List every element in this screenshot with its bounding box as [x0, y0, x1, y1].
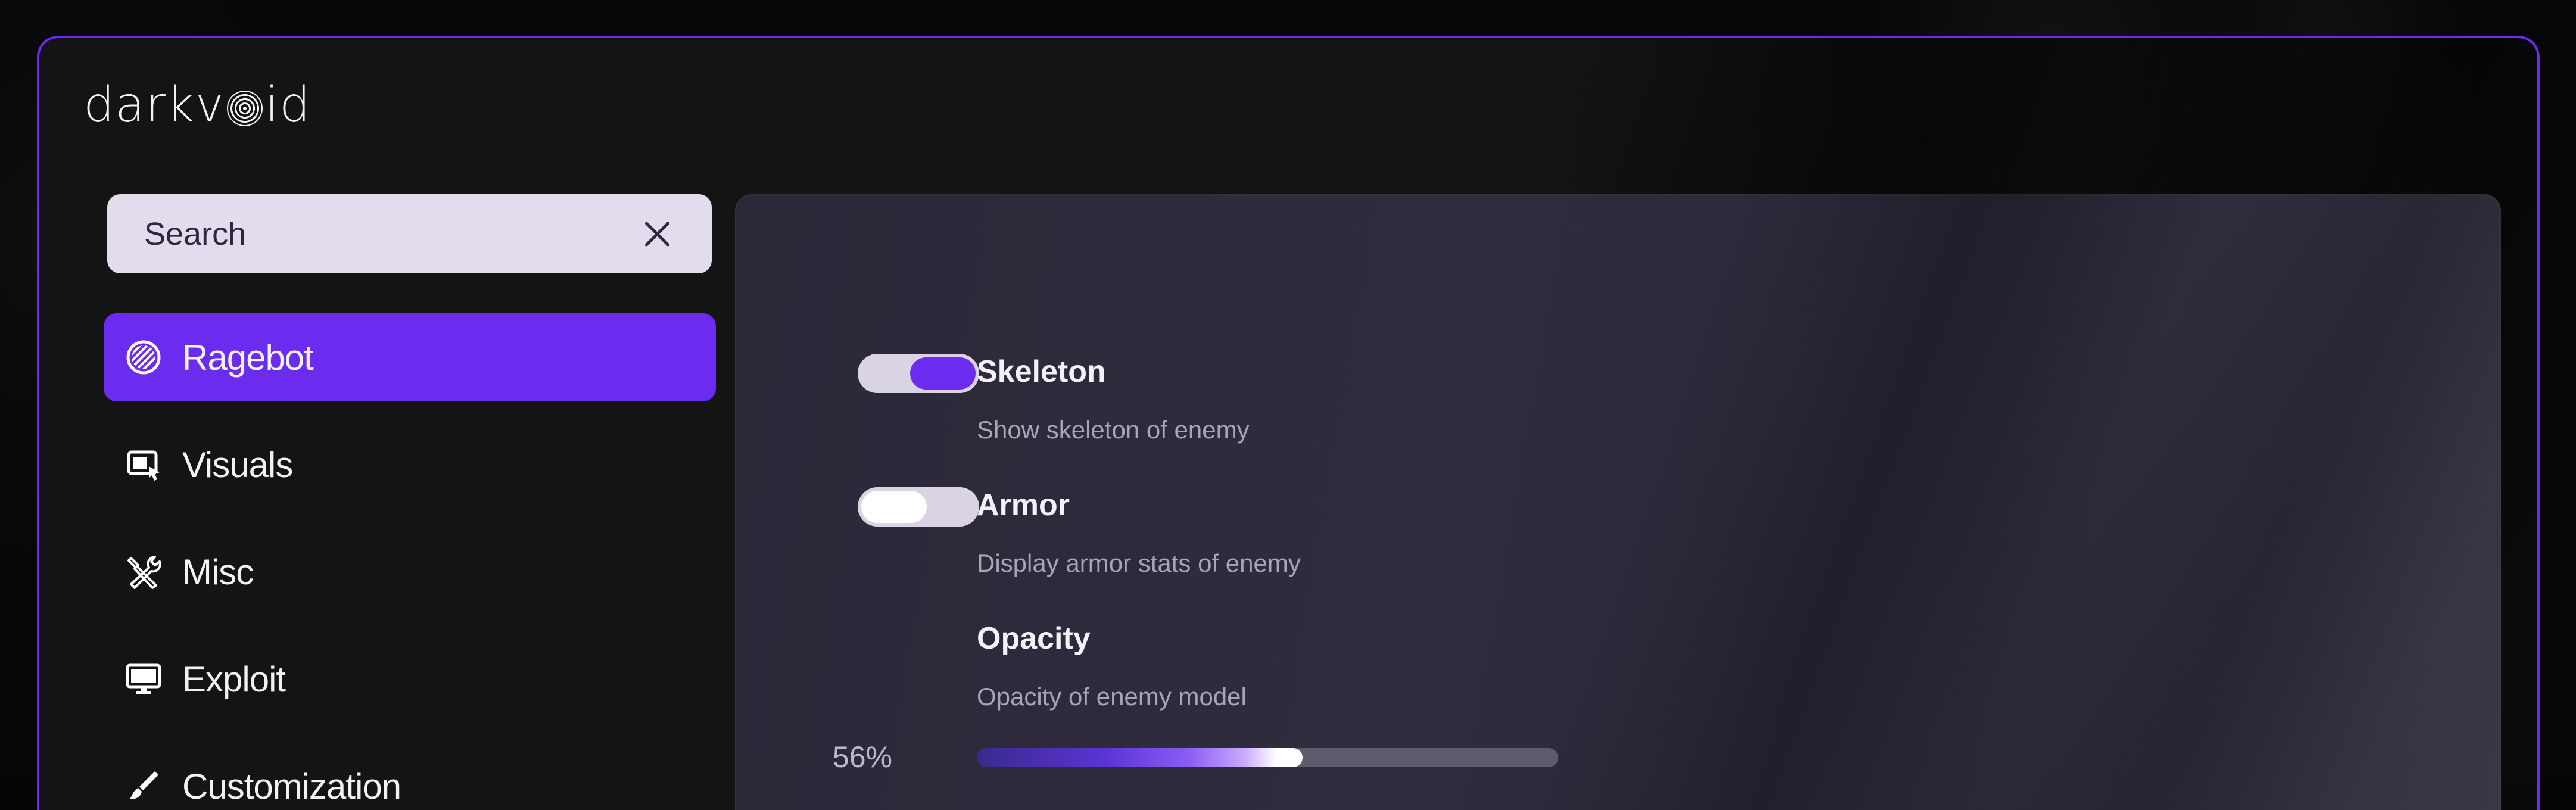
- app-logo: darkv id: [83, 75, 311, 135]
- search-placeholder[interactable]: Search: [144, 216, 639, 253]
- brush-icon: [124, 767, 163, 806]
- clear-search-icon[interactable]: [639, 216, 675, 252]
- skeleton-description: Show skeleton of enemy: [977, 416, 1250, 444]
- search-input[interactable]: Search: [107, 194, 712, 273]
- opacity-value: 56%: [832, 740, 892, 774]
- sidebar-item-label: Customization: [182, 766, 401, 806]
- sidebar-item-label: Visuals: [182, 444, 293, 485]
- toggle-knob: [910, 357, 976, 390]
- toggle-knob: [861, 491, 927, 523]
- sidebar-item-label: Exploit: [182, 659, 286, 699]
- settings-panel: Skeleton Show skeleton of enemy Armor Di…: [735, 194, 2501, 810]
- opacity-title: Opacity: [977, 621, 1091, 656]
- logo-text-left: darkv: [83, 76, 225, 133]
- skeleton-toggle[interactable]: [858, 354, 979, 393]
- sidebar-item-label: Misc: [182, 552, 254, 592]
- sidebar-item-misc[interactable]: Misc: [104, 528, 716, 616]
- sidebar-item-ragebot[interactable]: Ragebot: [104, 313, 716, 401]
- misc-tools-icon: [124, 552, 163, 591]
- opacity-description: Opacity of enemy model: [977, 683, 1247, 711]
- sidebar-item-visuals[interactable]: Visuals: [104, 420, 716, 509]
- sidebar-item-customization[interactable]: Customization: [104, 742, 716, 810]
- logo-text-right: id: [265, 76, 311, 133]
- skeleton-title: Skeleton: [977, 354, 1106, 389]
- app-window: darkv id Search Ragebot Visuals Misc Exp…: [37, 36, 2540, 810]
- void-logo-icon: [227, 91, 263, 126]
- opacity-slider[interactable]: [977, 748, 1558, 767]
- sidebar-nav: Ragebot Visuals Misc Exploit Customizati…: [104, 313, 716, 810]
- armor-title: Armor: [977, 488, 1070, 522]
- opacity-slider-fill[interactable]: [977, 748, 1303, 767]
- armor-toggle[interactable]: [858, 487, 979, 526]
- sidebar-item-exploit[interactable]: Exploit: [104, 635, 716, 723]
- monitor-icon: [124, 659, 163, 699]
- armor-description: Display armor stats of enemy: [977, 549, 1301, 577]
- visuals-icon: [124, 445, 163, 484]
- ragebot-icon: [124, 338, 163, 377]
- sidebar-item-label: Ragebot: [182, 337, 314, 378]
